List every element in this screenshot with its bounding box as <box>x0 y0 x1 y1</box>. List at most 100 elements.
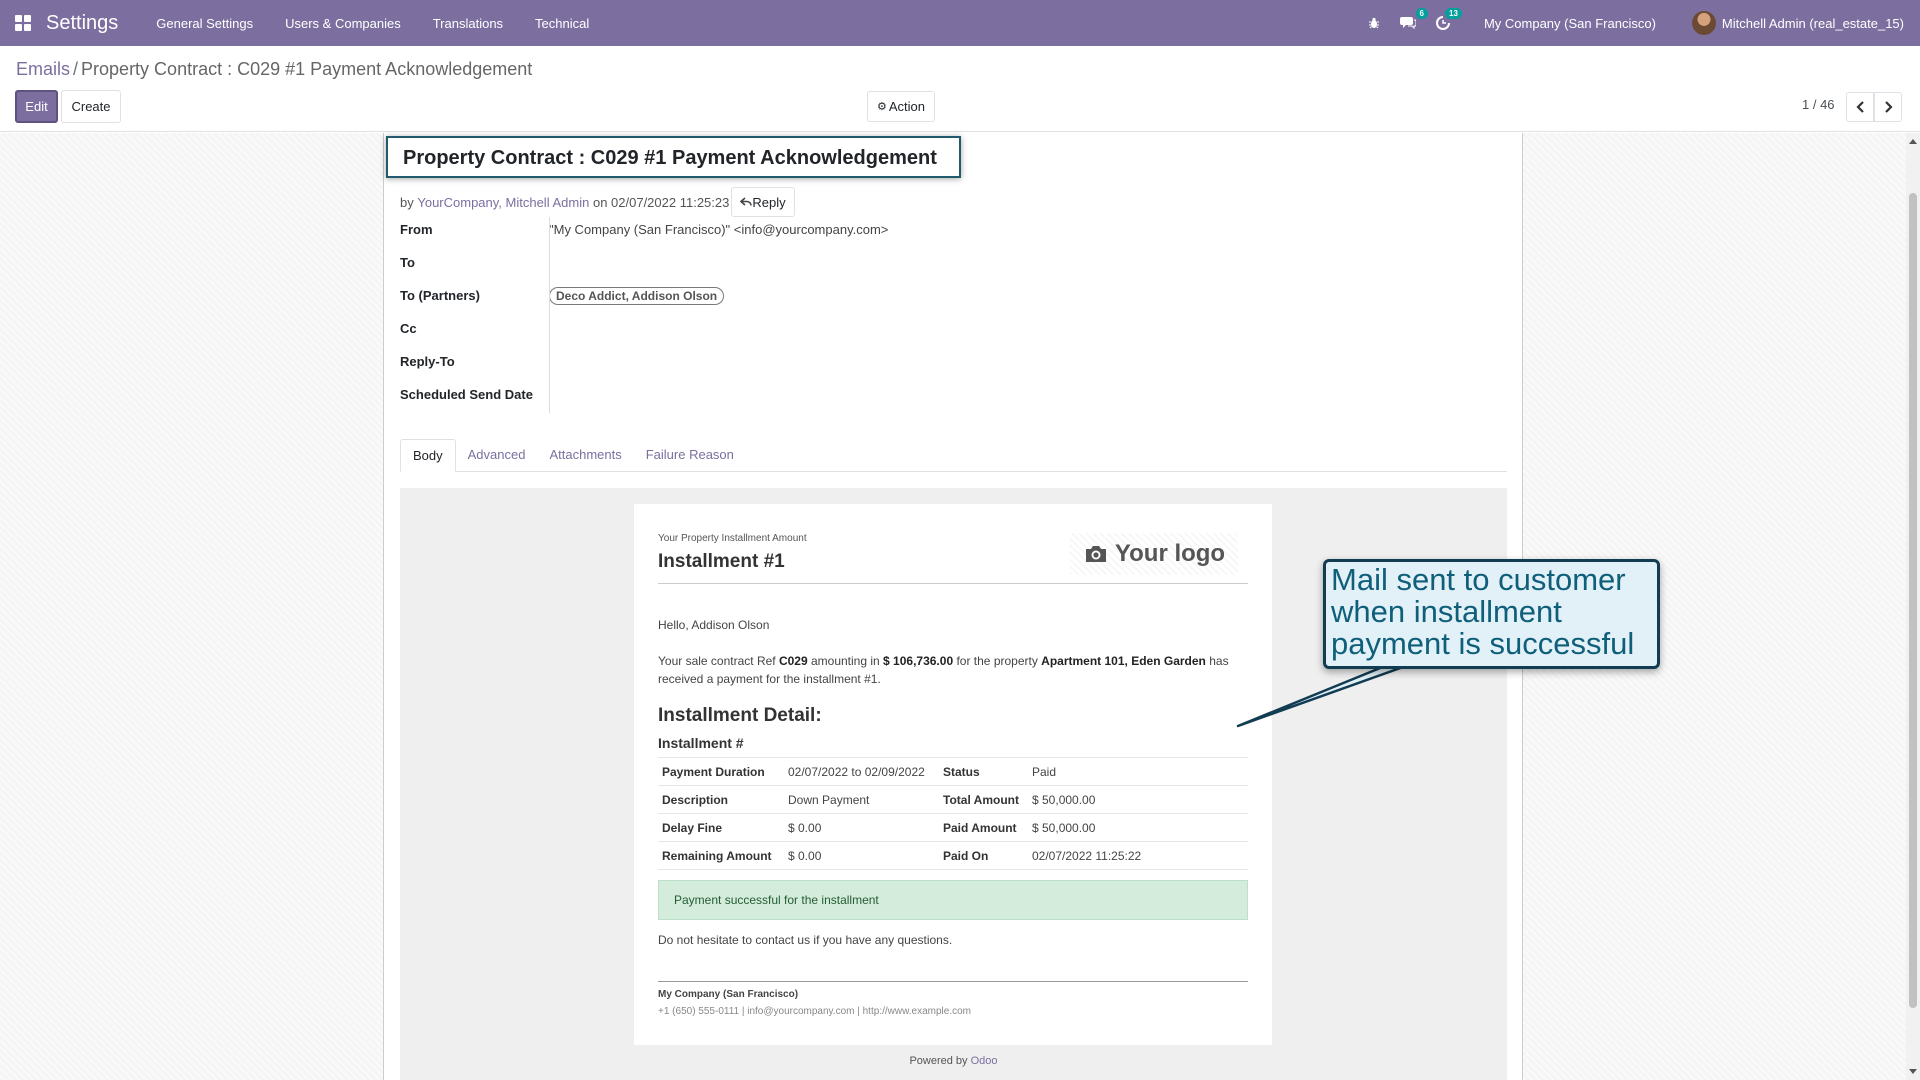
reply-arrow-icon <box>740 197 753 206</box>
table-row: Delay Fine $ 0.00 Paid Amount $ 50,000.0… <box>658 813 1248 842</box>
table-cell-value: $ 0.00 <box>784 841 939 870</box>
contract-ref: C029 <box>778 654 808 668</box>
installment-subheading: Installment # <box>658 735 744 751</box>
table-row: Description Down Payment Total Amount $ … <box>658 785 1248 814</box>
scheduled-date-label: Scheduled Send Date <box>400 387 533 402</box>
partner-tag[interactable]: Deco Addict, Addison Olson <box>549 286 725 305</box>
table-row: Remaining Amount $ 0.00 Paid On 02/07/20… <box>658 841 1248 870</box>
cc-label: Cc <box>400 321 417 336</box>
callout-pointer <box>1236 664 1408 728</box>
user-menu[interactable]: Mitchell Admin (real_estate_15) <box>1691 11 1904 35</box>
tab-failure-reason[interactable]: Failure Reason <box>634 438 746 471</box>
activities-badge: 13 <box>1445 8 1462 19</box>
main-menu: General Settings Users & Companies Trans… <box>140 16 605 31</box>
table-cell-label: Status <box>939 757 1028 786</box>
para-text-3: for the property <box>953 654 1042 668</box>
pager-next-button[interactable] <box>1874 92 1902 122</box>
breadcrumb: Emails / Property Contract : C029 #1 Payme… <box>16 59 532 80</box>
by-prefix: by <box>400 194 414 210</box>
edit-button[interactable]: Edit <box>15 90 58 123</box>
scrollbar-thumb[interactable] <box>1909 193 1917 1008</box>
field-to-partners: To (Partners) Deco Addict, Addison Olson <box>400 279 888 312</box>
table-cell-label: Delay Fine <box>658 813 784 842</box>
field-scheduled-date: Scheduled Send Date <box>400 378 888 411</box>
author-link[interactable]: YourCompany, Mitchell Admin <box>417 195 589 210</box>
messages-icon[interactable]: 6 <box>1399 8 1428 30</box>
breadcrumb-current: Property Contract : C029 #1 Payment Ackn… <box>81 59 533 79</box>
field-to: To <box>400 246 888 279</box>
email-paragraph: Your sale contract Ref C029 amounting in… <box>658 652 1248 688</box>
table-cell-value: 02/07/2022 11:25:22 <box>1028 841 1248 870</box>
apps-menu-icon[interactable] <box>0 0 46 46</box>
para-text-2: amounting in <box>807 654 884 668</box>
header-divider <box>658 583 1248 584</box>
footer-company: My Company (San Francisco) <box>658 989 799 1000</box>
to-partners-label: To (Partners) <box>400 288 480 303</box>
para-text-1: Your sale contract Ref <box>658 654 779 668</box>
top-navbar: Settings General Settings Users & Compan… <box>0 0 1920 46</box>
tab-body[interactable]: Body <box>400 439 456 472</box>
scroll-down-arrow-icon[interactable] <box>1909 1069 1917 1074</box>
tab-advanced[interactable]: Advanced <box>456 438 538 471</box>
contract-amount: $ 106,736.00 <box>883 654 954 668</box>
powered-by: Powered by Odoo <box>400 1055 1507 1067</box>
action-label: Action <box>888 99 925 114</box>
control-panel: Emails / Property Contract : C029 #1 Payme… <box>0 46 1920 132</box>
table-cell-value: 02/07/2022 to 02/09/2022 <box>784 757 939 786</box>
table-cell-label: Payment Duration <box>658 757 784 786</box>
user-name: Mitchell Admin (real_estate_15) <box>1721 15 1904 31</box>
callout-line: Mail sent to customer <box>1331 562 1626 597</box>
table-cell-label: Remaining Amount <box>658 841 784 870</box>
from-value: "My Company (San Francisco)" <info@yourc… <box>549 222 889 237</box>
callout-line: payment is successful <box>1331 626 1635 661</box>
debug-bug-icon[interactable] <box>1368 17 1380 29</box>
create-button[interactable]: Create <box>61 90 121 123</box>
app-name[interactable]: Settings <box>46 12 118 35</box>
email-greeting: Hello, Addison Olson <box>658 618 770 632</box>
email-small-heading: Your Property Installment Amount <box>658 533 807 544</box>
odoo-link[interactable]: Odoo <box>971 1055 998 1067</box>
menu-technical[interactable]: Technical <box>519 16 605 31</box>
to-label: To <box>400 255 415 270</box>
message-date: on 02/07/2022 11:25:23 <box>592 194 730 210</box>
field-from: From "My Company (San Francisco)" <info@… <box>400 213 888 246</box>
field-separator <box>549 217 550 413</box>
vertical-scrollbar[interactable] <box>1906 133 1920 1080</box>
contact-note: Do not hesitate to contact us if you hav… <box>658 933 953 947</box>
subject-highlight-box: Property Contract : C029 #1 Payment Ackn… <box>386 136 961 178</box>
pager-value[interactable]: 1 / 46 <box>1802 97 1835 112</box>
table-cell-label: Paid Amount <box>939 813 1028 842</box>
chevron-left-icon <box>1855 101 1864 113</box>
scroll-up-arrow-icon[interactable] <box>1909 139 1917 144</box>
action-button[interactable]: ⚙ Action <box>867 91 935 122</box>
footer-divider <box>658 981 1248 982</box>
email-title: Installment #1 <box>658 551 785 572</box>
installment-table: Payment Duration 02/07/2022 to 02/09/202… <box>658 757 1248 870</box>
menu-general-settings[interactable]: General Settings <box>140 16 269 31</box>
chevron-right-icon <box>1884 101 1893 113</box>
reply-to-label: Reply-To <box>400 354 455 369</box>
reply-label: Reply <box>752 194 786 210</box>
activities-clock-icon[interactable]: 13 <box>1435 8 1462 30</box>
notebook-tabs: Body Advanced Attachments Failure Reason <box>400 439 1507 472</box>
pager-previous-button[interactable] <box>1846 92 1874 122</box>
table-cell-value: Down Payment <box>784 785 939 814</box>
tab-attachments[interactable]: Attachments <box>537 438 633 471</box>
email-fields: From "My Company (San Francisco)" <info@… <box>400 213 888 411</box>
company-switcher[interactable]: My Company (San Francisco) <box>1484 16 1656 31</box>
table-cell-value: Paid <box>1028 757 1248 786</box>
table-row: Payment Duration 02/07/2022 to 02/09/202… <box>658 757 1248 786</box>
installment-detail-heading: Installment Detail: <box>658 705 822 726</box>
gear-icon: ⚙ <box>876 101 887 113</box>
menu-translations[interactable]: Translations <box>417 16 519 31</box>
property-name: Apartment 101, Eden Garden <box>1041 654 1206 668</box>
messages-badge: 6 <box>1415 8 1428 19</box>
menu-users-companies[interactable]: Users & Companies <box>269 16 417 31</box>
callout-line: when installment <box>1331 594 1562 629</box>
breadcrumb-emails-link[interactable]: Emails <box>16 59 70 79</box>
field-reply-to: Reply-To <box>400 345 888 378</box>
breadcrumb-separator: / <box>73 59 79 79</box>
annotation-callout: Mail sent to customer when installment p… <box>1323 559 1660 669</box>
powered-by-text: Powered by <box>909 1055 968 1067</box>
email-subject: Property Contract : C029 #1 Payment Ackn… <box>403 147 937 169</box>
